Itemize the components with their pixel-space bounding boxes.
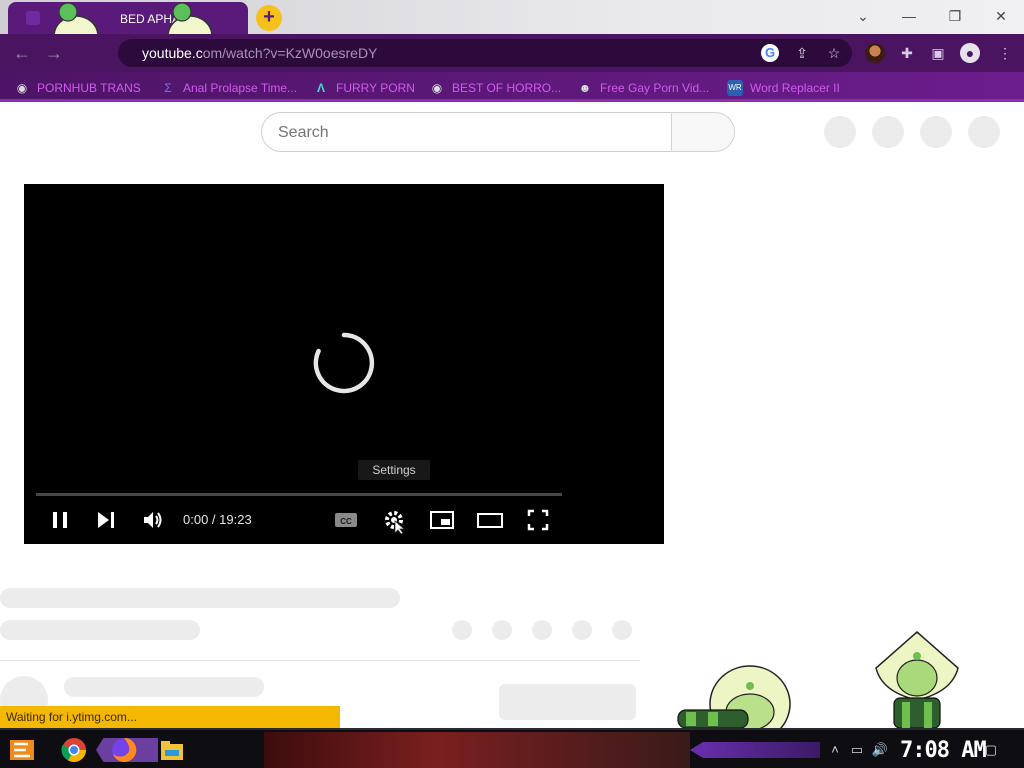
start-button-icon[interactable] (8, 736, 36, 764)
header-button-placeholder (968, 116, 1000, 148)
loading-spinner-icon (313, 332, 375, 394)
next-icon[interactable] (92, 506, 120, 534)
share-icon[interactable]: ⇪ (793, 44, 811, 62)
tab-search-icon[interactable]: ⌄ (849, 6, 877, 26)
action-placeholder (452, 620, 472, 640)
address-bar[interactable]: youtube.com/watch?v=KzW0oesreDY G ⇪ ☆ (118, 39, 852, 67)
subtitle-placeholder (0, 620, 200, 640)
taskbar-clock[interactable]: 7:08 AM (900, 738, 987, 763)
fullscreen-icon[interactable] (524, 506, 552, 534)
search-button[interactable] (671, 112, 735, 152)
notifications-icon[interactable]: ▢ (982, 741, 1000, 759)
status-bubble: Waiting for i.ytimg.com... (0, 706, 340, 728)
url-text: youtube.com/watch?v=KzW0oesreDY (142, 45, 378, 61)
taskbar-banner (264, 732, 690, 768)
network-icon[interactable]: ▭ (848, 741, 866, 759)
bookmark-item[interactable]: ◉ PORNHUB TRANS (14, 79, 141, 97)
minimize-button[interactable]: — (895, 6, 923, 26)
channel-name-placeholder (64, 677, 264, 697)
peridot-mascot-icon (677, 665, 791, 728)
svg-text:CC: CC (340, 517, 352, 526)
miniplayer-icon[interactable] (428, 506, 456, 534)
peridot-tab-art-icon (167, 2, 213, 34)
search-box (261, 112, 671, 152)
volume-tray-icon[interactable]: 🔊 (871, 741, 889, 759)
peridot-tab-art-icon (53, 2, 99, 34)
progress-bar[interactable] (36, 493, 562, 496)
action-placeholder (492, 620, 512, 640)
bookmark-item[interactable]: ☻ Free Gay Porn Vid... (577, 79, 710, 97)
google-lens-icon[interactable]: G (761, 44, 779, 62)
file-explorer-icon[interactable] (158, 736, 186, 764)
tab-favicon-icon (26, 11, 40, 25)
bookmark-item[interactable]: WR Word Replacer II (727, 79, 840, 97)
globe-icon: ◉ (431, 81, 443, 95)
search-input[interactable] (278, 122, 658, 144)
subscribe-placeholder (499, 684, 636, 720)
action-placeholder (532, 620, 552, 640)
divider (0, 660, 640, 661)
bookmark-star-icon[interactable]: ☆ (825, 44, 843, 62)
video-player[interactable] (24, 184, 664, 544)
peridot-mascot-icon (875, 631, 959, 728)
tab-strip: BED APHA + ⌄ — ❐ ✕ (0, 0, 1024, 34)
firefox-icon[interactable] (110, 736, 138, 764)
bookmark-item[interactable]: Λ FURRY PORN (313, 79, 415, 97)
taskbar: ˄ ▭ 🔊 7:08 AM ▢ (0, 728, 1024, 768)
bookmark-label: Free Gay Porn Vid... (600, 81, 710, 95)
side-panel-icon[interactable]: ▣ (928, 43, 948, 63)
action-placeholder (572, 620, 592, 640)
menu-kebab-icon[interactable]: ⋮ (995, 43, 1015, 63)
bookmark-label: FURRY PORN (336, 81, 415, 95)
new-tab-button[interactable]: + (256, 5, 282, 31)
pause-icon[interactable] (46, 506, 74, 534)
chrome-icon[interactable] (60, 736, 88, 764)
bookmark-label: BEST OF HORRO... (452, 81, 562, 95)
globe-icon: ◉ (16, 81, 28, 95)
extension-avatar-icon[interactable] (865, 43, 885, 63)
bookmark-item[interactable]: ◉ BEST OF HORRO... (429, 79, 561, 97)
captions-icon[interactable]: CC (332, 506, 360, 534)
restore-button[interactable]: ❐ (941, 6, 969, 26)
extensions-puzzle-icon[interactable]: ✚ (897, 43, 917, 63)
time-display: 0:00 / 19:23 (183, 512, 252, 527)
volume-icon[interactable] (139, 506, 167, 534)
settings-gear-icon[interactable] (380, 506, 408, 534)
back-button[interactable]: ← (11, 42, 33, 64)
bookmarks-bar: ◉ PORNHUB TRANS Σ Anal Prolapse Time... … (0, 72, 1024, 102)
title-placeholder (0, 588, 400, 608)
taskbar-decor (690, 742, 820, 758)
bookmark-label: Word Replacer II (750, 81, 840, 95)
profile-icon[interactable]: ● (960, 43, 980, 63)
forward-button[interactable]: → (43, 42, 65, 64)
tray-overflow-icon[interactable]: ˄ (826, 741, 844, 759)
wr-icon: WR (727, 80, 743, 96)
bookmark-label: Anal Prolapse Time... (183, 81, 298, 95)
browser-tab[interactable]: BED APHA (8, 2, 248, 34)
close-window-button[interactable]: ✕ (987, 6, 1015, 26)
bookmark-label: PORNHUB TRANS (37, 81, 141, 95)
action-placeholder (612, 620, 632, 640)
mask-icon: ☻ (578, 81, 592, 95)
settings-tooltip: Settings (358, 460, 430, 480)
bookmark-item[interactable]: Σ Anal Prolapse Time... (160, 79, 297, 97)
header-button-placeholder (920, 116, 952, 148)
sigma-icon: Σ (164, 81, 172, 95)
theater-mode-icon[interactable] (476, 506, 504, 534)
header-button-placeholder (872, 116, 904, 148)
lambda-icon: Λ (316, 81, 325, 95)
header-button-placeholder (824, 116, 856, 148)
browser-toolbar: ← → youtube.com/watch?v=KzW0oesreDY G ⇪ … (0, 34, 1024, 72)
